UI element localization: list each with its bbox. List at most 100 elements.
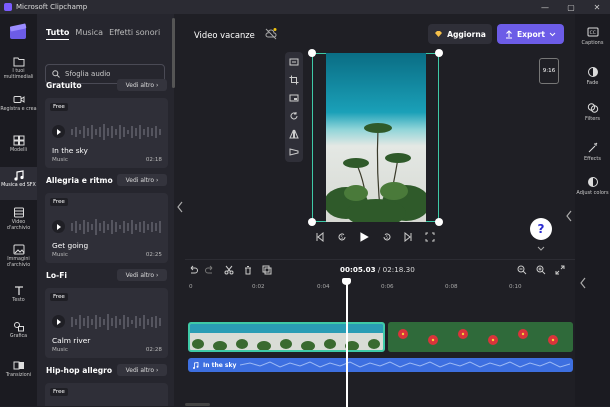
search-icon	[52, 70, 60, 78]
audio-waveform	[240, 361, 571, 368]
nav-item-stock-video[interactable]: Video d'archivio	[0, 207, 37, 231]
preview-toolbar	[285, 52, 303, 162]
shapes-icon	[13, 322, 24, 332]
nav-item-your-media[interactable]: I tuoi multimediali	[0, 56, 37, 80]
svg-text:CC: CC	[589, 30, 595, 36]
undo-icon[interactable]	[188, 265, 198, 275]
nav-item-graphics[interactable]: Grafica	[0, 321, 37, 340]
window-title: Microsoft Clipchamp	[16, 3, 88, 11]
duplicate-icon[interactable]	[262, 265, 272, 275]
panel-item-captions[interactable]: CC Captions	[575, 26, 610, 46]
library-scrollbar[interactable]	[172, 18, 175, 88]
aspect-ratio-button[interactable]: 9:16	[539, 58, 559, 84]
nav-item-music-sfx[interactable]: Musica ed SFX	[0, 167, 37, 200]
delete-icon[interactable]	[243, 265, 253, 275]
nav-item-text[interactable]: Testo	[0, 285, 37, 304]
captions-icon: CC	[587, 27, 598, 37]
clipchamp-logo-icon	[4, 3, 12, 11]
skip-to-end-icon[interactable]	[403, 232, 413, 242]
panel-item-fade[interactable]: Fade	[575, 66, 610, 86]
upgrade-button[interactable]: Aggiorna	[428, 24, 492, 44]
timeline: 00:05.03 / 02:18.30 0 0:02 0:04 0:06 0:0…	[185, 259, 575, 407]
play-button-icon[interactable]	[358, 231, 370, 243]
resize-handle-bottom-left[interactable]	[308, 218, 316, 226]
fit-timeline-icon[interactable]	[555, 265, 565, 275]
play-icon[interactable]	[52, 125, 65, 138]
clipchamp-app-icon[interactable]	[8, 22, 28, 42]
crop-icon[interactable]	[289, 75, 299, 85]
rewind-5s-icon[interactable]: 5	[337, 232, 347, 242]
tab-music[interactable]: Musica	[75, 28, 103, 40]
video-clip-beach[interactable]	[188, 322, 385, 352]
resize-handle-bottom-right[interactable]	[435, 218, 443, 226]
video-clip-flowers[interactable]	[388, 322, 573, 352]
video-preview-canvas[interactable]	[326, 53, 426, 222]
forward-5s-icon[interactable]: 5	[382, 232, 392, 242]
clip-thumbnails	[388, 322, 573, 352]
tab-all[interactable]: Tutto	[46, 28, 70, 40]
panel-item-adjust-colors[interactable]: Adjust colors	[575, 176, 610, 196]
filters-icon	[587, 103, 598, 113]
nav-item-templates[interactable]: Modelli	[0, 135, 37, 154]
upload-icon	[505, 29, 512, 38]
chevron-down-icon[interactable]	[537, 246, 545, 252]
export-button[interactable]: Export	[497, 24, 564, 44]
total-time: 02:18.30	[382, 265, 415, 274]
panel-item-effects[interactable]: Effects	[575, 142, 610, 162]
track-card[interactable]: Free	[45, 383, 168, 406]
project-title[interactable]: Video vacanze	[194, 30, 255, 40]
timeline-ruler[interactable]: 0 0:02 0:04 0:06 0:08 0:10	[185, 280, 575, 294]
chevron-down-icon	[549, 32, 556, 36]
track-card[interactable]: Free In the sky Music 02:18	[45, 98, 168, 168]
see-all-button[interactable]: Vedi altro ›	[117, 364, 167, 376]
audio-track[interactable]: In the sky	[188, 358, 573, 372]
track-name: Calm river	[52, 336, 91, 345]
panel-item-filters[interactable]: Filters	[575, 102, 610, 122]
camera-icon	[13, 96, 24, 103]
see-all-button[interactable]: Vedi altro ›	[117, 269, 167, 281]
free-badge: Free	[50, 293, 68, 301]
play-icon[interactable]	[52, 315, 65, 328]
track-card[interactable]: Free Get going Music 02:25	[45, 193, 168, 263]
perspective-icon[interactable]	[289, 147, 299, 157]
split-icon[interactable]	[224, 265, 234, 275]
track-duration: 02:28	[145, 347, 162, 353]
search-placeholder: Sfoglia audio	[65, 70, 111, 78]
track-card[interactable]: Free Calm river Music 02:28	[45, 288, 168, 358]
properties-panel: CC Captions Fade Filters Effects Adjust …	[575, 14, 610, 406]
help-button[interactable]: ?	[530, 218, 552, 240]
see-all-button[interactable]: Vedi altro ›	[117, 79, 167, 91]
chevron-left-icon[interactable]	[579, 276, 587, 290]
skip-to-start-icon[interactable]	[315, 232, 325, 242]
effects-icon	[588, 142, 597, 153]
flip-icon[interactable]	[289, 129, 299, 139]
redo-icon[interactable]	[205, 265, 215, 275]
track-category: Music	[52, 347, 68, 353]
chevron-left-icon[interactable]	[565, 209, 573, 223]
fullscreen-icon[interactable]	[425, 232, 435, 242]
play-icon[interactable]	[52, 220, 65, 233]
zoom-in-icon[interactable]	[536, 265, 546, 275]
resize-handle-top-left[interactable]	[308, 49, 316, 57]
audio-library-panel: Tutto Musica Effetti sonori Sfoglia audi…	[37, 14, 175, 406]
maximize-button[interactable]: ▢	[558, 3, 584, 12]
fade-icon	[587, 67, 598, 77]
picture-in-picture-icon[interactable]	[289, 93, 299, 103]
tab-sound-effects[interactable]: Effetti sonori	[109, 28, 160, 40]
free-badge: Free	[50, 388, 68, 396]
nav-item-record-create[interactable]: Registra e crea	[0, 94, 37, 113]
fit-icon[interactable]	[289, 57, 299, 67]
resize-handle-top-right[interactable]	[435, 49, 443, 57]
playhead[interactable]	[343, 278, 350, 407]
minimize-button[interactable]: —	[532, 3, 558, 12]
track-category: Music	[52, 252, 68, 258]
zoom-out-icon[interactable]	[517, 265, 527, 275]
clip-thumbnails	[190, 324, 383, 350]
section-title: Lo-Fi	[46, 271, 67, 280]
cloud-off-icon[interactable]	[265, 28, 277, 40]
nav-item-stock-images[interactable]: Immagini d'archivio	[0, 244, 37, 268]
see-all-button[interactable]: Vedi altro ›	[117, 174, 167, 186]
close-button[interactable]: ✕	[584, 3, 610, 12]
nav-item-transitions[interactable]: Transizioni	[0, 360, 37, 379]
rotate-icon[interactable]	[289, 111, 299, 121]
